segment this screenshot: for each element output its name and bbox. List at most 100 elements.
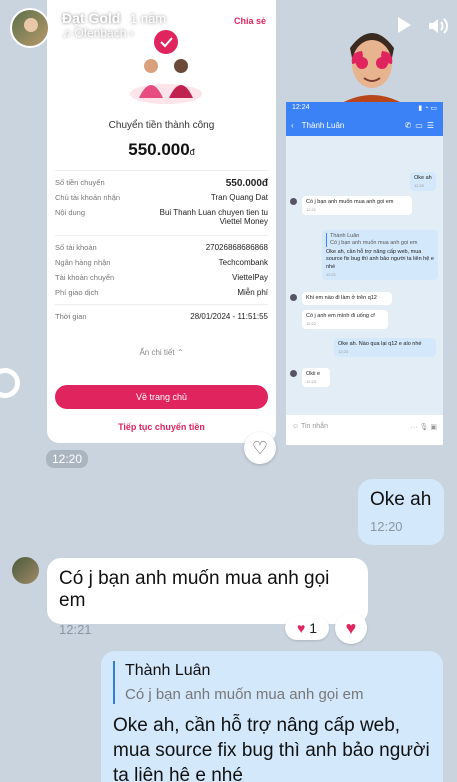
detail-value: Techcombank [218, 258, 268, 267]
message-bubble[interactable]: Oke ah 12:20 [358, 479, 444, 545]
heart-reaction-button[interactable]: ♥ [335, 612, 367, 644]
play-icon[interactable] [398, 17, 411, 33]
detail-row: Số tiền chuyển 550.000đ [55, 175, 268, 190]
detail-label: Số tài khoản [55, 243, 97, 252]
message-text: Oke ah [370, 489, 432, 510]
hd-badge: HD [58, 0, 83, 7]
divider [55, 170, 268, 171]
back-arrow-icon[interactable]: ‹ [291, 121, 294, 130]
detail-value: 27026868686868 [205, 243, 268, 252]
amount-value: 550.000 [128, 140, 190, 159]
reply-author: Thành Luân [125, 662, 211, 679]
detail-value: 550.000đ [225, 178, 268, 189]
mini-message-time: 12:21 [306, 207, 317, 213]
mini-reply-text: Có j bạn anh muốn mua anh gọi em [330, 240, 418, 247]
detail-row: Tài khoản chuyển ViettelPay [55, 270, 268, 285]
story-author-name[interactable]: Đạt Gold [62, 10, 120, 26]
reaction-count: 1 [309, 620, 318, 636]
message-bubble[interactable]: Có j bạn anh muốn mua anh gọi em 12:21 [47, 558, 368, 637]
detail-row: Số tài khoản 27026868686868 [55, 240, 268, 255]
reply-text: Có j bạn anh muốn mua anh gọi em [125, 685, 364, 703]
call-icons[interactable]: ✆▭☰ [405, 121, 438, 130]
message-text: Oke ah, cần hỗ trợ nâng cấp web, mua sou… [113, 715, 430, 782]
mini-message-time: 12:22 [306, 321, 317, 327]
contact-name: Thành Luân [301, 120, 345, 130]
story-header: HD Đạt Gold 1 năm ♫ Ofenbach › [0, 0, 457, 56]
message-text: Có j bạn anh muốn mua anh gọi em [59, 568, 330, 611]
mini-message: Thành Luân Có j bạn anh muốn mua anh gọi… [322, 230, 438, 280]
success-title: Chuyển tiền thành công [108, 120, 215, 131]
chat-screenshot: 12:24 ▮ ◔ ▭ ‹ Thành Luân ✆▭☰ Oke ah 12:2… [286, 102, 443, 445]
signal-icons: ▮ ◔ ▭ [418, 105, 437, 112]
message-time: 12:20 [46, 450, 89, 468]
mini-message-text: Okii e [306, 371, 321, 377]
payment-details: Số tiền chuyển 550.000đ Chủ tài khoản nhậ… [47, 166, 276, 324]
success-amount: 550.000đ [47, 140, 276, 160]
detail-value: 28/01/2024 - 11:51:55 [190, 312, 268, 321]
detail-label: Tài khoản chuyển [55, 273, 115, 282]
message-time: 12:20 [370, 519, 403, 534]
avatar[interactable] [10, 8, 50, 48]
mini-message-text: Oke ah. Nào qua lại q12 e alo nhé [338, 341, 422, 347]
mini-input-placeholder: Tin nhắn [300, 423, 328, 430]
mini-avatar [290, 370, 297, 377]
mini-message-time: 12:23 [306, 379, 317, 385]
story-time: 1 năm [130, 11, 167, 26]
emoji-icon[interactable]: ☺ [292, 423, 299, 430]
detail-label: Chủ tài khoản nhận [55, 193, 121, 202]
heart-outline-icon: ♡ [251, 437, 269, 458]
detail-label: Thời gian [55, 312, 87, 321]
chat-header: ‹ Thành Luân ✆▭☰ [286, 114, 443, 136]
mini-input-actions[interactable]: ··· 🎙 ▣ [411, 423, 437, 431]
payment-receipt-card: Chia sẻ Chuyển tiền thành công 550.000đ … [47, 0, 276, 443]
amount-currency: đ [189, 147, 195, 157]
mini-message-time: 12:23 [338, 349, 349, 355]
mini-message-input[interactable]: ☺ Tin nhắn ··· 🎙 ▣ [286, 415, 443, 445]
volume-icon[interactable] [426, 14, 450, 38]
detail-row: Nội dung Bui Thanh Luan chuyen tien tu Vi… [55, 205, 268, 231]
hide-details-label: Ẩn chi tiết [139, 348, 175, 357]
mini-message-text: Khi em nào đi làm ở trên q12 [306, 295, 377, 301]
detail-label: Số tiền chuyển [55, 178, 105, 187]
mini-message-text: Oke ah [414, 175, 432, 181]
detail-row: Phí giao dịch Miễn phí [55, 285, 268, 300]
detail-value: ViettelPay [232, 273, 268, 282]
mini-message-time: 12:20 [414, 183, 425, 189]
mini-message-text: Có j bạn anh muốn mua anh gọi em [306, 199, 394, 205]
home-button[interactable]: Về trang chủ [55, 385, 268, 409]
chevron-up-icon: ⌃ [176, 348, 184, 357]
reply-message-bubble[interactable]: Thành Luân Có j bạn anh muốn mua anh gọi… [101, 651, 443, 782]
detail-row: Chủ tài khoản nhận Tran Quang Dat [55, 190, 268, 205]
detail-value: Miễn phí [237, 288, 268, 297]
music-label[interactable]: ♫ Ofenbach › [62, 26, 134, 40]
detail-row: Ngân hàng nhận Techcombank [55, 255, 268, 270]
mini-reply-name: Thành Luân [330, 233, 360, 239]
music-note-icon: ♫ [62, 26, 71, 40]
hide-details-toggle[interactable]: Ẩn chi tiết ⌃ [47, 348, 276, 357]
mini-message: Okii e 12:23 [302, 368, 330, 388]
mini-reply-quote: Thành Luân Có j bạn anh muốn mua anh gọi… [326, 233, 434, 248]
mini-message: Oke ah. Nào qua lại q12 e alo nhé 12:23 [334, 338, 436, 358]
detail-label: Nội dung [55, 208, 86, 217]
avatar[interactable] [12, 557, 39, 584]
heart-reaction-button[interactable]: ♡ [244, 432, 276, 464]
status-bar: 12:24 ▮ ◔ ▭ [286, 102, 443, 114]
mini-message: Khi em nào đi làm ở trên q12 [302, 292, 392, 306]
detail-label: Ngân hàng nhận [55, 258, 111, 267]
continue-transfer-link[interactable]: Tiếp tục chuyển tiền [47, 422, 276, 432]
mini-message-text: Oke ah, cần hỗ trợ nâng cấp web, mua sou… [326, 249, 434, 270]
divider [55, 304, 268, 305]
mini-message-time: 12:21 [326, 271, 337, 277]
music-title: Ofenbach [74, 26, 127, 40]
detail-label: Phí giao dịch [55, 288, 99, 297]
chevron-right-icon: › [129, 26, 134, 40]
detail-value: Tran Quang Dat [210, 193, 268, 202]
mini-message: Có j anh em mình đi uống cf 12:22 [302, 310, 388, 330]
reply-quote[interactable]: Thành Luân Có j bạn anh muốn mua anh gọi… [113, 661, 431, 705]
mini-message: Có j bạn anh muốn mua anh gọi em 12:21 [302, 196, 412, 216]
status-time: 12:24 [292, 104, 310, 111]
mini-message-text: Có j anh em mình đi uống cf [306, 313, 375, 319]
divider [55, 235, 268, 236]
heart-icon: ♥ [345, 617, 357, 638]
reaction-count-pill[interactable]: ♥ 1 [285, 616, 329, 640]
